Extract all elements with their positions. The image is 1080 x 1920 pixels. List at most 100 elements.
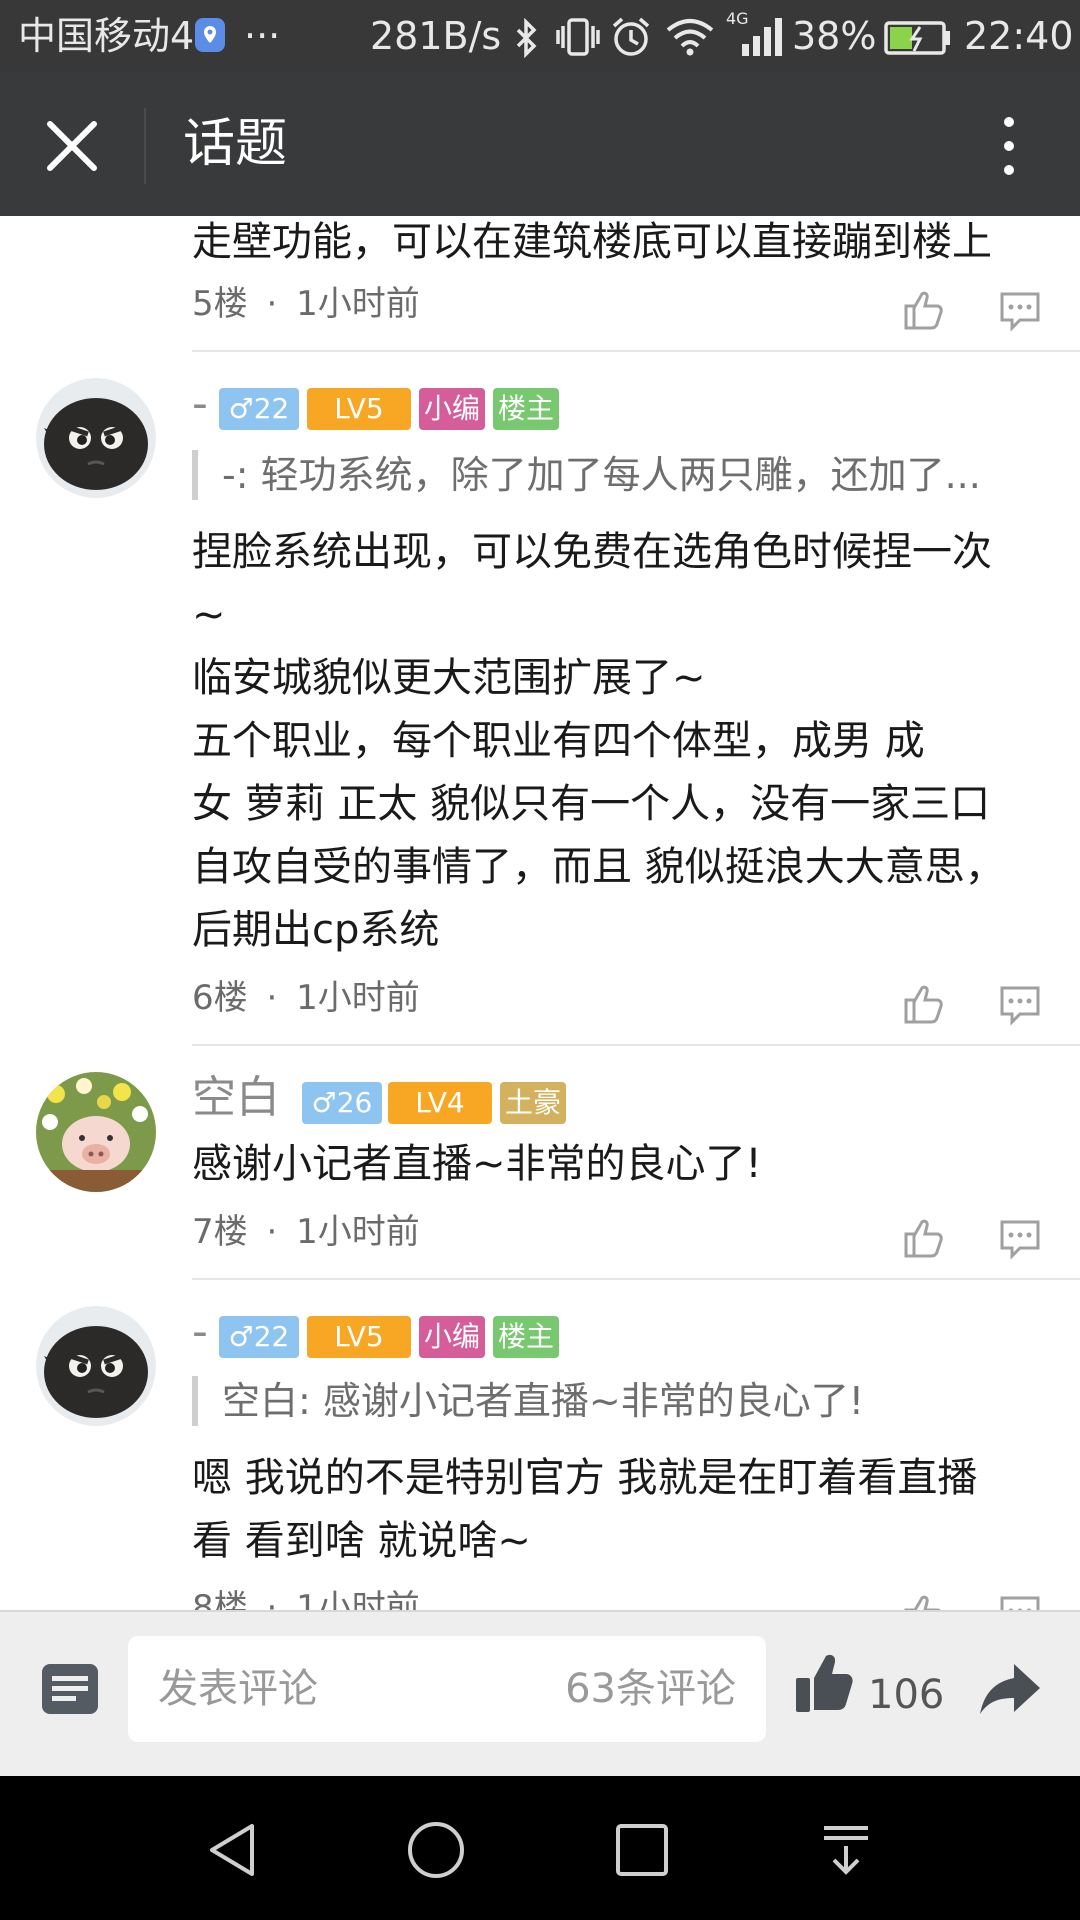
battery-icon — [884, 20, 952, 64]
share-icon — [980, 1664, 1040, 1714]
thumb-up-icon — [904, 985, 943, 1024]
comment-text-line: 嗯 我说的不是特别官方 我就是在盯着看直播 — [192, 1455, 978, 1501]
home-button[interactable] — [406, 1820, 466, 1880]
bluetooth-icon — [510, 17, 542, 67]
wifi-icon — [666, 18, 714, 65]
quoted-reply[interactable]: -: 轻功系统，除了加了每人两只雕，还加了... — [192, 450, 1040, 500]
back-icon — [210, 1824, 254, 1876]
reply-button[interactable] — [998, 1216, 1042, 1260]
reply-button[interactable] — [998, 288, 1042, 332]
comment-icon — [1000, 292, 1040, 332]
comment-meta: 6楼 · 1小时前 — [192, 976, 420, 1020]
app-bar: 话题 — [0, 72, 1080, 216]
share-button[interactable] — [978, 1660, 1042, 1716]
thumb-up-icon — [796, 1654, 853, 1712]
comment-feed[interactable]: 走壁功能，可以在建筑楼底可以直接蹦到楼上 5楼 · 1小时前 - ♂22 LV5… — [0, 216, 1080, 1610]
avatar[interactable] — [36, 378, 156, 498]
comment-meta: 8楼 · 1小时前 — [192, 1586, 420, 1610]
comment-text-line: 女 萝莉 正太 貌似只有一个人，没有一家三口 — [192, 781, 991, 827]
vibrate-icon — [556, 16, 600, 67]
comment-icon — [1000, 1220, 1040, 1260]
owner-badge: 楼主 — [493, 1316, 559, 1358]
home-icon — [408, 1822, 464, 1878]
back-button[interactable] — [204, 1820, 264, 1880]
thumb-up-icon — [904, 291, 943, 330]
comment-text-line: 感谢小记者直播~非常的良心了! — [192, 1141, 762, 1187]
down-icon — [824, 1826, 868, 1875]
notification-drawer-button[interactable] — [816, 1820, 876, 1880]
time-label: 1小时前 — [296, 1588, 420, 1610]
owner-badge: 楼主 — [493, 388, 559, 430]
list-icon — [42, 1664, 98, 1714]
like-button[interactable] — [902, 288, 946, 332]
more-button[interactable] — [990, 112, 1028, 180]
meta-separator: · — [266, 1212, 278, 1252]
recents-button[interactable] — [612, 1820, 672, 1880]
close-icon — [47, 121, 97, 171]
comment-text-line: 后期出cp系统 — [192, 907, 440, 953]
level-badge: LV5 — [307, 388, 411, 430]
time-label: 1小时前 — [296, 978, 420, 1018]
reply-button[interactable] — [998, 1592, 1042, 1610]
alarm-icon — [610, 16, 652, 67]
carrier-label: 中国移动4G — [18, 14, 224, 58]
thumb-up-icon — [904, 1219, 943, 1258]
comment-text-line: 走壁功能，可以在建筑楼底可以直接蹦到楼上 — [192, 219, 992, 265]
username[interactable]: 空白 — [192, 1070, 280, 1126]
like-count: 106 — [868, 1672, 945, 1718]
comment-separator — [192, 1044, 1080, 1046]
comment-list-button[interactable] — [38, 1662, 102, 1718]
clock: 22:40 — [964, 14, 1074, 58]
like-button[interactable] — [902, 982, 946, 1026]
comment-count[interactable]: 63条评论 — [565, 1662, 736, 1716]
comment-icon — [1000, 986, 1040, 1026]
editor-badge: 小编 — [419, 388, 485, 430]
comment-separator — [192, 1278, 1080, 1280]
level-badge: LV5 — [307, 1316, 411, 1358]
time-label: 1小时前 — [296, 1212, 420, 1252]
username[interactable]: - — [192, 1304, 208, 1360]
location-icon — [194, 16, 226, 65]
floor-label: 7楼 — [192, 1212, 248, 1252]
more-vert-icon — [1004, 117, 1014, 175]
comment-text-line: 捏脸系统出现，可以免费在选角色时候捏一次 — [192, 529, 992, 575]
close-button[interactable] — [30, 104, 114, 188]
thumb-up-icon — [904, 1595, 941, 1610]
system-nav-bar — [0, 1776, 1080, 1920]
comment-meta: 5楼 · 1小时前 — [192, 282, 420, 326]
like-topic-button[interactable] — [794, 1652, 854, 1716]
comment-meta: 7楼 · 1小时前 — [192, 1210, 420, 1254]
comment-text-line: 自攻自受的事情了，而且 貌似挺浪大大意思， — [192, 844, 1005, 890]
comment-text-line: ~ — [192, 592, 226, 638]
floor-label: 5楼 — [192, 284, 248, 324]
app-bar-divider — [144, 108, 146, 184]
comment-text-line: 五个职业，每个职业有四个体型，成男 成 — [192, 718, 925, 764]
floor-label: 6楼 — [192, 978, 248, 1018]
meta-separator: · — [266, 1588, 278, 1610]
username[interactable]: - — [192, 376, 208, 432]
comment-input[interactable]: 发表评论 63条评论 — [128, 1636, 766, 1742]
meta-separator: · — [266, 978, 278, 1018]
comment-icon — [1000, 1596, 1040, 1610]
avatar[interactable] — [36, 1072, 156, 1192]
signal-icon — [740, 16, 784, 67]
gender-age-badge: ♂22 — [219, 1316, 299, 1358]
reply-button[interactable] — [998, 982, 1042, 1026]
level-badge: LV4 — [388, 1082, 492, 1124]
comment-text-line: 看 看到啥 就说啥~ — [192, 1518, 531, 1564]
comment-text-line: 临安城貌似更大范围扩展了~ — [192, 655, 706, 701]
more-notifications-icon: ··· — [244, 14, 281, 58]
status-bar: 中国移动4G ··· 281B/s 4G 38% 22:40 — [0, 0, 1080, 72]
recents-icon — [616, 1824, 668, 1876]
comment-placeholder: 发表评论 — [158, 1666, 318, 1712]
gender-age-badge: ♂22 — [219, 388, 299, 430]
editor-badge: 小编 — [419, 1316, 485, 1358]
quoted-reply[interactable]: 空白: 感谢小记者直播~非常的良心了! — [192, 1376, 1040, 1426]
page-title: 话题 — [183, 114, 288, 174]
floor-label: 8楼 — [192, 1588, 248, 1610]
like-button[interactable] — [902, 1592, 946, 1610]
comment-separator — [192, 350, 1080, 352]
like-button[interactable] — [902, 1216, 946, 1260]
avatar[interactable] — [36, 1306, 156, 1426]
time-label: 1小时前 — [296, 284, 420, 324]
